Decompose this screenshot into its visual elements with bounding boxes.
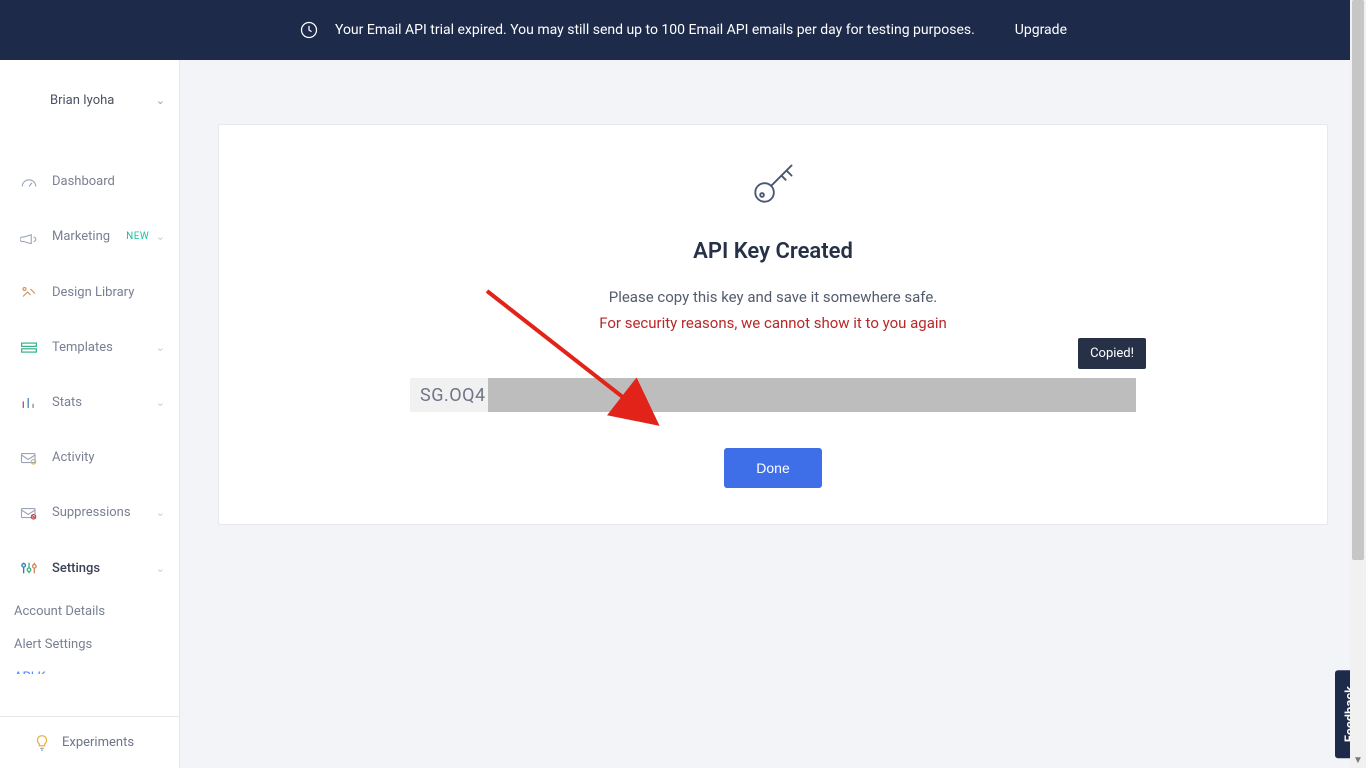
gauge-icon <box>20 175 38 189</box>
sidebar-nav: Dashboard Marketing NEW ⌄ Design Library <box>0 154 179 768</box>
sidebar-item-label: Templates <box>52 340 113 355</box>
api-key-field[interactable]: SG.OQ4 <box>410 378 1136 412</box>
api-key-created-card: API Key Created Please copy this key and… <box>218 124 1328 525</box>
experiments-label: Experiments <box>62 735 134 750</box>
subnav-account-details[interactable]: Account Details <box>14 600 179 623</box>
sidebar-item-suppressions[interactable]: Suppressions ⌄ <box>0 485 179 540</box>
chevron-down-icon: ⌄ <box>156 396 165 409</box>
card-subtitle: Please copy this key and save it somewhe… <box>259 288 1287 306</box>
main-content: API Key Created Please copy this key and… <box>180 60 1366 768</box>
settings-subnav: Account Details Alert Settings API Keys <box>0 596 179 684</box>
card-warning: For security reasons, we cannot show it … <box>259 314 1287 332</box>
api-key-row: Copied! SG.OQ4 <box>410 378 1136 412</box>
suppressions-icon <box>20 506 38 520</box>
sidebar: Brian Iyoha ⌄ Dashboard Marketing NEW ⌄ <box>0 60 180 768</box>
sidebar-experiments[interactable]: Experiments <box>0 716 179 768</box>
sidebar-item-label: Design Library <box>52 285 134 300</box>
chevron-down-icon: ⌄ <box>156 230 165 243</box>
settings-icon <box>20 560 38 576</box>
user-menu[interactable]: Brian Iyoha ⌄ <box>0 60 179 130</box>
megaphone-icon <box>20 230 38 244</box>
sidebar-item-label: Suppressions <box>52 505 131 520</box>
upgrade-link[interactable]: Upgrade <box>1015 22 1067 38</box>
api-key-redacted <box>488 378 1136 412</box>
chevron-down-icon: ⌄ <box>156 562 165 575</box>
copied-tooltip: Copied! <box>1078 338 1146 369</box>
lightbulb-icon <box>34 734 50 752</box>
done-button[interactable]: Done <box>724 448 821 488</box>
sidebar-item-activity[interactable]: Activity <box>0 430 179 485</box>
sidebar-item-label: Marketing <box>52 229 110 244</box>
sidebar-item-label: Stats <box>52 395 82 410</box>
key-icon <box>259 157 1287 211</box>
sidebar-item-label: Settings <box>52 561 100 576</box>
sidebar-item-templates[interactable]: Templates ⌄ <box>0 320 179 375</box>
sidebar-item-dashboard[interactable]: Dashboard <box>0 154 179 209</box>
sidebar-item-marketing[interactable]: Marketing NEW ⌄ <box>0 209 179 264</box>
scroll-down-icon[interactable]: ▼ <box>1350 752 1366 768</box>
design-icon <box>20 284 38 300</box>
sidebar-item-label: Dashboard <box>52 174 115 189</box>
sidebar-item-settings[interactable]: Settings ⌄ <box>0 540 179 596</box>
sidebar-item-design-library[interactable]: Design Library <box>0 264 179 320</box>
scrollbar[interactable]: ▲ ▼ <box>1350 0 1366 768</box>
subnav-api-keys[interactable]: API Keys <box>14 666 179 674</box>
sidebar-item-stats[interactable]: Stats ⌄ <box>0 375 179 430</box>
chevron-down-icon: ⌄ <box>156 506 165 519</box>
sidebar-item-label: Activity <box>52 450 95 465</box>
chevron-down-icon: ⌄ <box>156 94 165 107</box>
user-name: Brian Iyoha <box>50 93 114 108</box>
chevron-down-icon: ⌄ <box>156 341 165 354</box>
stats-icon <box>20 396 38 410</box>
avatar <box>18 90 38 110</box>
clock-icon <box>299 20 319 40</box>
card-title: API Key Created <box>259 239 1287 264</box>
api-key-prefix: SG.OQ4 <box>420 385 486 406</box>
subnav-alert-settings[interactable]: Alert Settings <box>14 633 179 656</box>
activity-icon <box>20 451 38 465</box>
banner-message: Your Email API trial expired. You may st… <box>335 22 975 38</box>
templates-icon <box>20 341 38 355</box>
new-badge: NEW <box>126 231 149 242</box>
scroll-thumb[interactable] <box>1352 0 1364 560</box>
trial-banner: Your Email API trial expired. You may st… <box>0 0 1366 60</box>
